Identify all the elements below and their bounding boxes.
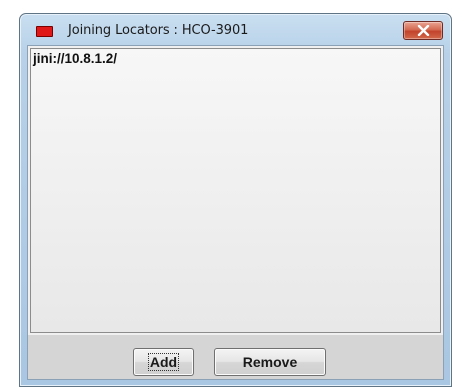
red-status-icon [36,26,53,37]
add-button[interactable]: Add [133,348,194,376]
window-title: Joining Locators : HCO-3901 [68,23,249,38]
close-icon [417,25,430,36]
button-bar: Add Remove [28,335,443,379]
remove-button[interactable]: Remove [214,348,326,376]
add-button-label: Add [147,353,180,371]
close-button[interactable] [403,21,443,40]
locator-list[interactable]: jini://10.8.1.2/ [30,48,441,333]
title-bar[interactable]: Joining Locators : HCO-3901 [20,14,451,45]
list-item[interactable]: jini://10.8.1.2/ [33,51,117,66]
dialog-content: jini://10.8.1.2/ Add Remove [27,45,444,380]
dialog-window: Joining Locators : HCO-3901 jini://10.8.… [19,13,452,387]
remove-button-label: Remove [242,354,298,370]
